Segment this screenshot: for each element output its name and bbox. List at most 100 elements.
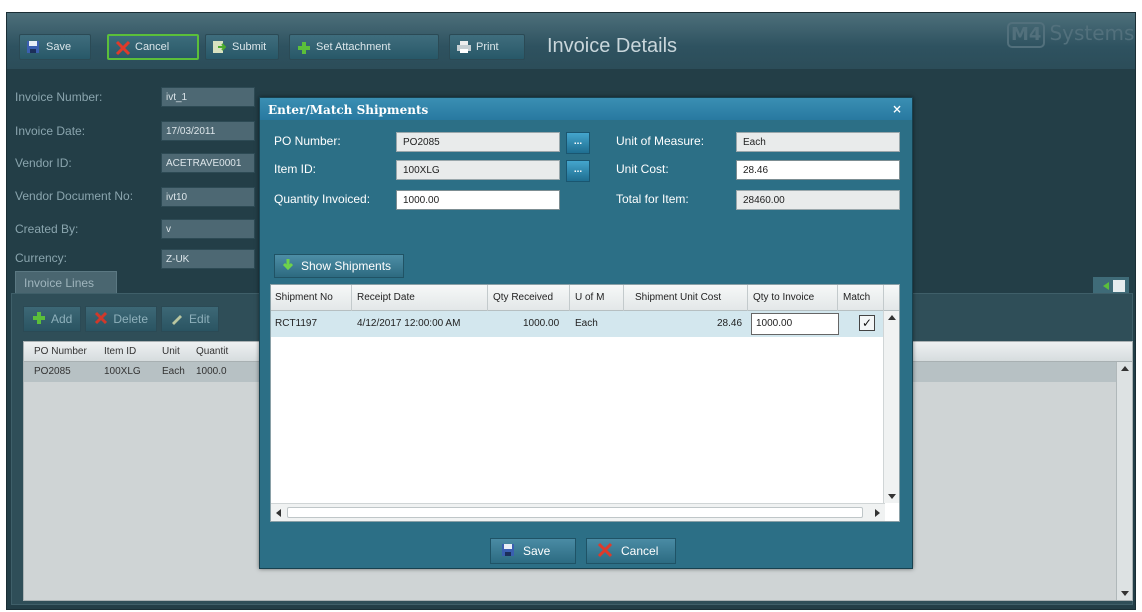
- scroll-down-icon[interactable]: [1121, 591, 1129, 596]
- currency-label: Currency:: [15, 251, 68, 265]
- total-for-item-label: Total for Item:: [616, 192, 689, 206]
- page-title: Invoice Details: [547, 35, 678, 57]
- submit-button[interactable]: Submit: [205, 34, 279, 60]
- shipments-grid-header: Shipment No Receipt Date Qty Received U …: [271, 285, 899, 311]
- invoice-number-label: Invoice Number:: [15, 90, 103, 104]
- column-header[interactable]: Shipment Unit Cost: [635, 292, 721, 303]
- submit-document-icon: [212, 40, 227, 54]
- column-header[interactable]: Qty to Invoice: [753, 292, 814, 303]
- table-cell: 1000.0: [196, 366, 227, 377]
- cancel-button[interactable]: Cancel: [107, 34, 199, 60]
- enter-match-shipments-dialog: Enter/Match Shipments × PO Number: PO208…: [259, 97, 913, 569]
- scroll-down-icon[interactable]: [888, 494, 896, 499]
- invoice-number-field[interactable]: ivt_1: [161, 87, 255, 107]
- item-id-field[interactable]: 100XLG: [396, 160, 560, 180]
- invoice-date-label: Invoice Date:: [15, 124, 86, 138]
- column-header[interactable]: U of M: [575, 292, 604, 303]
- po-lookup-button[interactable]: ...: [566, 132, 590, 154]
- column-header[interactable]: Unit: [162, 346, 180, 357]
- download-arrow-icon: [281, 258, 295, 275]
- brand-logo-mark: M4: [1007, 22, 1046, 48]
- table-row[interactable]: RCT1197 4/12/2017 12:00:00 AM 1000.00 Ea…: [271, 311, 885, 337]
- print-button-label: Print: [476, 41, 499, 53]
- vendor-id-field[interactable]: ACETRAVE0001: [161, 153, 255, 173]
- created-by-field[interactable]: v: [161, 219, 255, 239]
- table-cell: 4/12/2017 12:00:00 AM: [357, 318, 461, 329]
- table-cell: 1000.00: [523, 318, 560, 329]
- shipments-vertical-scrollbar[interactable]: [883, 311, 899, 503]
- item-id-label: Item ID:: [274, 162, 317, 176]
- created-by-label: Created By:: [15, 222, 79, 236]
- unit-of-measure-label: Unit of Measure:: [616, 134, 705, 148]
- shipments-grid: Shipment No Receipt Date Qty Received U …: [270, 284, 900, 522]
- red-x-icon: [115, 40, 131, 56]
- dialog-title: Enter/Match Shipments: [268, 103, 429, 117]
- vendor-document-field[interactable]: ivt10: [161, 187, 255, 207]
- dialog-cancel-button[interactable]: Cancel: [586, 538, 676, 564]
- column-header[interactable]: Quantit: [196, 346, 228, 357]
- unit-cost-label: Unit Cost:: [616, 162, 669, 176]
- currency-field[interactable]: Z-UK: [161, 249, 255, 269]
- printer-icon: [456, 40, 471, 54]
- table-cell: 100XLG: [104, 366, 141, 377]
- red-x-icon: [597, 542, 613, 561]
- scroll-up-icon[interactable]: [1121, 366, 1129, 371]
- dialog-save-label: Save: [523, 544, 551, 558]
- table-cell: 28.46: [717, 318, 743, 329]
- match-checkbox[interactable]: ✓: [859, 315, 875, 331]
- unit-cost-input[interactable]: 28.46: [736, 160, 900, 180]
- dialog-title-bar: Enter/Match Shipments ×: [260, 98, 912, 120]
- dialog-cancel-label: Cancel: [621, 544, 659, 558]
- vendor-id-label: Vendor ID:: [15, 156, 72, 170]
- quantity-invoiced-label: Quantity Invoiced:: [274, 192, 371, 206]
- scroll-left-icon[interactable]: [276, 509, 281, 517]
- column-header[interactable]: Qty Received: [493, 292, 553, 303]
- po-number-label: PO Number:: [274, 134, 341, 148]
- print-button[interactable]: Print: [449, 34, 525, 60]
- unit-of-measure-field[interactable]: Each: [736, 132, 900, 152]
- column-header[interactable]: Item ID: [104, 346, 136, 357]
- scroll-right-icon[interactable]: [875, 509, 880, 517]
- edit-pencil-icon: [170, 311, 184, 328]
- submit-button-label: Submit: [232, 41, 267, 53]
- column-header[interactable]: Match: [843, 292, 870, 303]
- save-button-label: Save: [46, 41, 72, 53]
- column-header[interactable]: Receipt Date: [357, 292, 415, 303]
- brand-name: Systems: [1049, 21, 1135, 45]
- scroll-up-icon[interactable]: [888, 315, 896, 320]
- floppy-disk-icon: [26, 40, 40, 54]
- scroll-thumb[interactable]: [287, 507, 863, 518]
- add-line-label: Add: [51, 312, 73, 326]
- delete-line-button[interactable]: Delete: [85, 306, 158, 332]
- cancel-button-label: Cancel: [135, 41, 170, 53]
- lines-vertical-scrollbar[interactable]: [1116, 362, 1132, 600]
- show-shipments-button[interactable]: Show Shipments: [274, 254, 404, 278]
- delete-line-label: Delete: [113, 312, 149, 326]
- item-lookup-button[interactable]: ...: [566, 160, 590, 182]
- app-window: Save Cancel Submit Set Attachment Print …: [6, 12, 1136, 610]
- save-button[interactable]: Save: [19, 34, 91, 60]
- qty-to-invoice-input[interactable]: 1000.00: [751, 313, 839, 335]
- dialog-save-button[interactable]: Save: [490, 538, 576, 564]
- close-icon[interactable]: ×: [892, 102, 902, 116]
- column-header[interactable]: PO Number: [34, 346, 87, 357]
- tab-invoice-lines[interactable]: Invoice Lines: [15, 271, 117, 293]
- delete-icon: [94, 311, 108, 328]
- show-shipments-label: Show Shipments: [301, 259, 392, 273]
- po-number-field[interactable]: PO2085: [396, 132, 560, 152]
- invoice-date-field[interactable]: 17/03/2011: [161, 121, 255, 141]
- m4-systems-logo: M4 Systems: [1007, 21, 1134, 48]
- add-line-button[interactable]: Add: [23, 306, 82, 332]
- edit-line-button[interactable]: Edit: [161, 306, 219, 332]
- green-plus-icon: [32, 311, 46, 328]
- table-cell: RCT1197: [275, 318, 318, 329]
- green-plus-icon: [296, 40, 310, 54]
- set-attachment-button[interactable]: Set Attachment: [289, 34, 439, 60]
- column-header[interactable]: Shipment No: [275, 292, 333, 303]
- shipments-horizontal-scrollbar[interactable]: [271, 503, 885, 521]
- table-cell: Each: [575, 318, 598, 329]
- quantity-invoiced-input[interactable]: 1000.00: [396, 190, 560, 210]
- main-toolbar: Save Cancel Submit Set Attachment Print …: [7, 13, 1135, 69]
- vendor-document-label: Vendor Document No:: [15, 189, 134, 203]
- set-attachment-label: Set Attachment: [316, 41, 391, 53]
